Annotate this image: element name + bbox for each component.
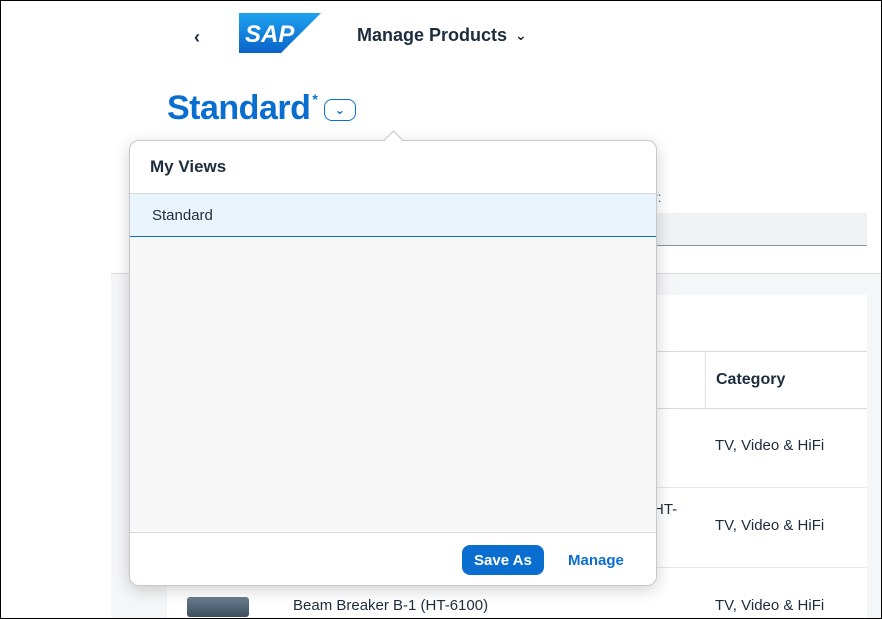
popover-footer: Save As Manage — [130, 532, 656, 585]
chevron-down-icon: ⌄ — [334, 103, 345, 117]
category-cell: TV, Video & HiFi — [715, 517, 825, 534]
view-item-label: Standard — [152, 206, 213, 224]
popover-list-area — [130, 237, 656, 531]
app-title: Manage Products — [357, 25, 508, 45]
my-views-popover: My Views Standard Save As Manage — [129, 140, 657, 586]
app-title-menu[interactable]: Manage Products ⌄ — [357, 25, 527, 46]
save-as-button[interactable]: Save As — [462, 545, 544, 575]
product-thumbnail — [187, 597, 249, 617]
filter-input[interactable] — [653, 213, 867, 246]
view-item-standard[interactable]: Standard — [130, 194, 656, 237]
product-cell: Beam Breaker B-1 (HT-6100) — [293, 597, 489, 614]
sap-logo[interactable]: SAP — [239, 13, 321, 53]
back-icon[interactable]: ‹ — [187, 27, 207, 47]
variant-name[interactable]: Standard — [167, 89, 311, 128]
svg-text:SAP: SAP — [245, 21, 295, 48]
chevron-down-icon: ⌄ — [515, 27, 527, 43]
column-header-category[interactable]: Category — [705, 352, 866, 408]
app-window: ‹ SAP Manage Products ⌄ Standard * ⌄ r: … — [0, 0, 882, 619]
variant-modified-marker: * — [312, 91, 318, 107]
manage-button[interactable]: Manage — [568, 545, 624, 575]
variant-title: Standard * ⌄ — [167, 89, 356, 128]
category-cell: TV, Video & HiFi — [715, 597, 825, 614]
variant-dropdown-button[interactable]: ⌄ — [323, 99, 356, 121]
category-cell: TV, Video & HiFi — [715, 437, 825, 454]
